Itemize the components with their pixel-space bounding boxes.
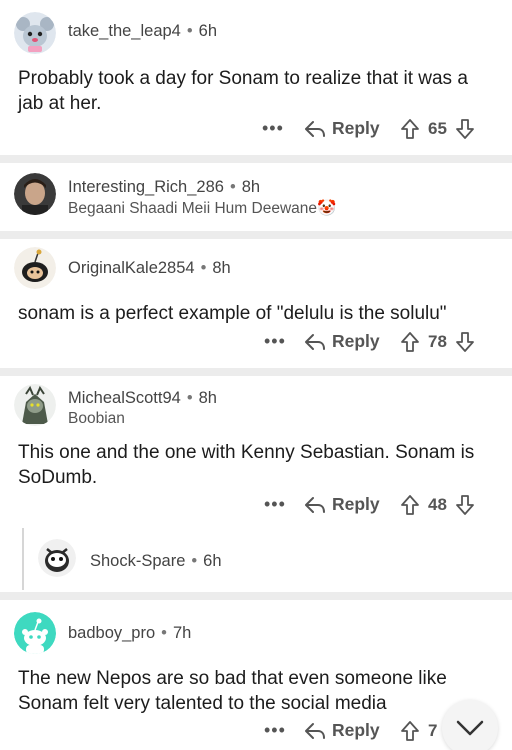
avatar[interactable] [38, 539, 76, 577]
reply-button[interactable]: Reply [304, 118, 380, 139]
avatar[interactable] [14, 173, 56, 215]
more-options-button[interactable]: ••• [264, 720, 286, 741]
comment-actions: ••• Reply 78 [0, 331, 512, 359]
more-options-button[interactable]: ••• [264, 494, 286, 515]
comment-meta: Shock-Spare • 6h [90, 552, 222, 571]
more-options-button[interactable]: ••• [262, 118, 284, 139]
avatar[interactable] [14, 612, 56, 654]
armored-snoo-avatar-icon [14, 384, 56, 426]
reply-label: Reply [332, 720, 380, 740]
downvote-arrow-icon[interactable] [455, 494, 475, 516]
username[interactable]: Shock-Spare [90, 552, 185, 570]
reply-label: Reply [332, 118, 380, 138]
username[interactable]: OriginalKale2854 [68, 259, 195, 277]
reply-button[interactable]: Reply [304, 494, 380, 515]
comment-meta: MichealScott94 • 8h [68, 389, 217, 408]
vote-controls: 7 [400, 720, 437, 742]
comment-card: badboy_pro • 7h The new Nepos are so bad t… [0, 600, 512, 750]
more-options-button[interactable]: ••• [264, 331, 286, 352]
comment-actions: ••• Reply 7 [0, 720, 512, 748]
comment-meta: OriginalKale2854 • 8h [68, 259, 231, 278]
comment-separator [0, 368, 512, 376]
comment-age: 6h [198, 22, 217, 40]
comment-meta: take_the_leap4 • 6h [68, 22, 217, 41]
scroll-down-button[interactable] [442, 700, 498, 750]
comment-card: take_the_leap4 • 6h Probably took a day fo… [0, 0, 512, 160]
comment-age: 6h [203, 552, 222, 570]
comment-separator [0, 155, 512, 163]
snoo-mouse-avatar-icon [14, 12, 56, 54]
comment-card: MichealScott94 • 8h Boobian This one and t… [0, 376, 512, 591]
comment-actions: ••• Reply 65 [0, 118, 512, 146]
meta-dot: • [200, 259, 207, 277]
comment-card: OriginalKale2854 • 8h sonam is a perfect e… [0, 239, 512, 369]
reply-label: Reply [332, 494, 380, 514]
meta-dot: • [161, 624, 167, 642]
meta-dot: • [186, 389, 193, 407]
username[interactable]: Interesting_Rich_286 [68, 178, 224, 196]
username[interactable]: MichealScott94 [68, 389, 181, 407]
avatar[interactable] [14, 384, 56, 426]
comment-meta: badboy_pro • 7h [68, 624, 191, 643]
snoo-avatar-icon [14, 247, 56, 289]
comment-body: sonam is a perfect example of "delulu is… [18, 303, 447, 324]
vote-controls: 65 [400, 118, 475, 140]
downvote-arrow-icon[interactable] [455, 118, 475, 140]
vote-controls: 78 [400, 331, 475, 353]
comment-actions: ••• Reply 48 [0, 494, 512, 522]
upvote-arrow-icon[interactable] [400, 331, 420, 353]
thread-line[interactable] [22, 528, 24, 590]
downvote-arrow-icon[interactable] [455, 331, 475, 353]
comment-age: 8h [212, 259, 231, 277]
avatar[interactable] [14, 12, 56, 54]
comment-body: The new Nepos are so bad that even someo… [18, 668, 447, 714]
comment-meta: Interesting_Rich_286 • 8h [68, 178, 260, 197]
vote-score: 65 [428, 119, 447, 138]
reply-arrow-icon [305, 496, 325, 513]
reply-arrow-icon [305, 333, 325, 350]
vote-score: 7 [428, 721, 438, 740]
comment-separator [0, 231, 512, 239]
reply-button[interactable]: Reply [304, 331, 380, 352]
reply-label: Reply [332, 331, 380, 351]
comment-age: 7h [172, 624, 192, 642]
vote-score: 48 [428, 495, 447, 514]
comment-age: 8h [198, 389, 217, 407]
avatar[interactable] [14, 247, 56, 289]
vote-controls: 48 [400, 494, 475, 516]
chevron-down-icon [456, 720, 484, 736]
user-flair: Begaani Shaadi Meii Hum Deewane🤡 [68, 200, 337, 217]
vote-score: 78 [428, 332, 447, 351]
username[interactable]: badboy_pro [68, 624, 155, 642]
comment-separator [0, 592, 512, 600]
upvote-arrow-icon[interactable] [400, 118, 420, 140]
comment-body: Probably took a day for Sonam to realize… [18, 68, 468, 114]
reply-arrow-icon [305, 120, 325, 137]
comment-age: 8h [241, 178, 261, 196]
user-flair: Boobian [68, 410, 125, 427]
comment-body: This one and the one with Kenny Sebastia… [18, 442, 475, 488]
username[interactable]: take_the_leap4 [68, 22, 181, 40]
upvote-arrow-icon[interactable] [400, 494, 420, 516]
reply-button[interactable]: Reply [304, 720, 380, 741]
owl-snoo-avatar-icon [38, 539, 76, 577]
reply-arrow-icon [305, 722, 325, 739]
comment-card: Interesting_Rich_286 • 8h Begaani Shaadi M… [0, 163, 512, 231]
meta-dot: • [229, 178, 236, 196]
default-snoo-avatar-icon [14, 612, 56, 654]
upvote-arrow-icon[interactable] [400, 720, 420, 742]
meta-dot: • [186, 22, 193, 40]
user-photo-avatar-icon [14, 173, 56, 215]
meta-dot: • [191, 552, 198, 570]
